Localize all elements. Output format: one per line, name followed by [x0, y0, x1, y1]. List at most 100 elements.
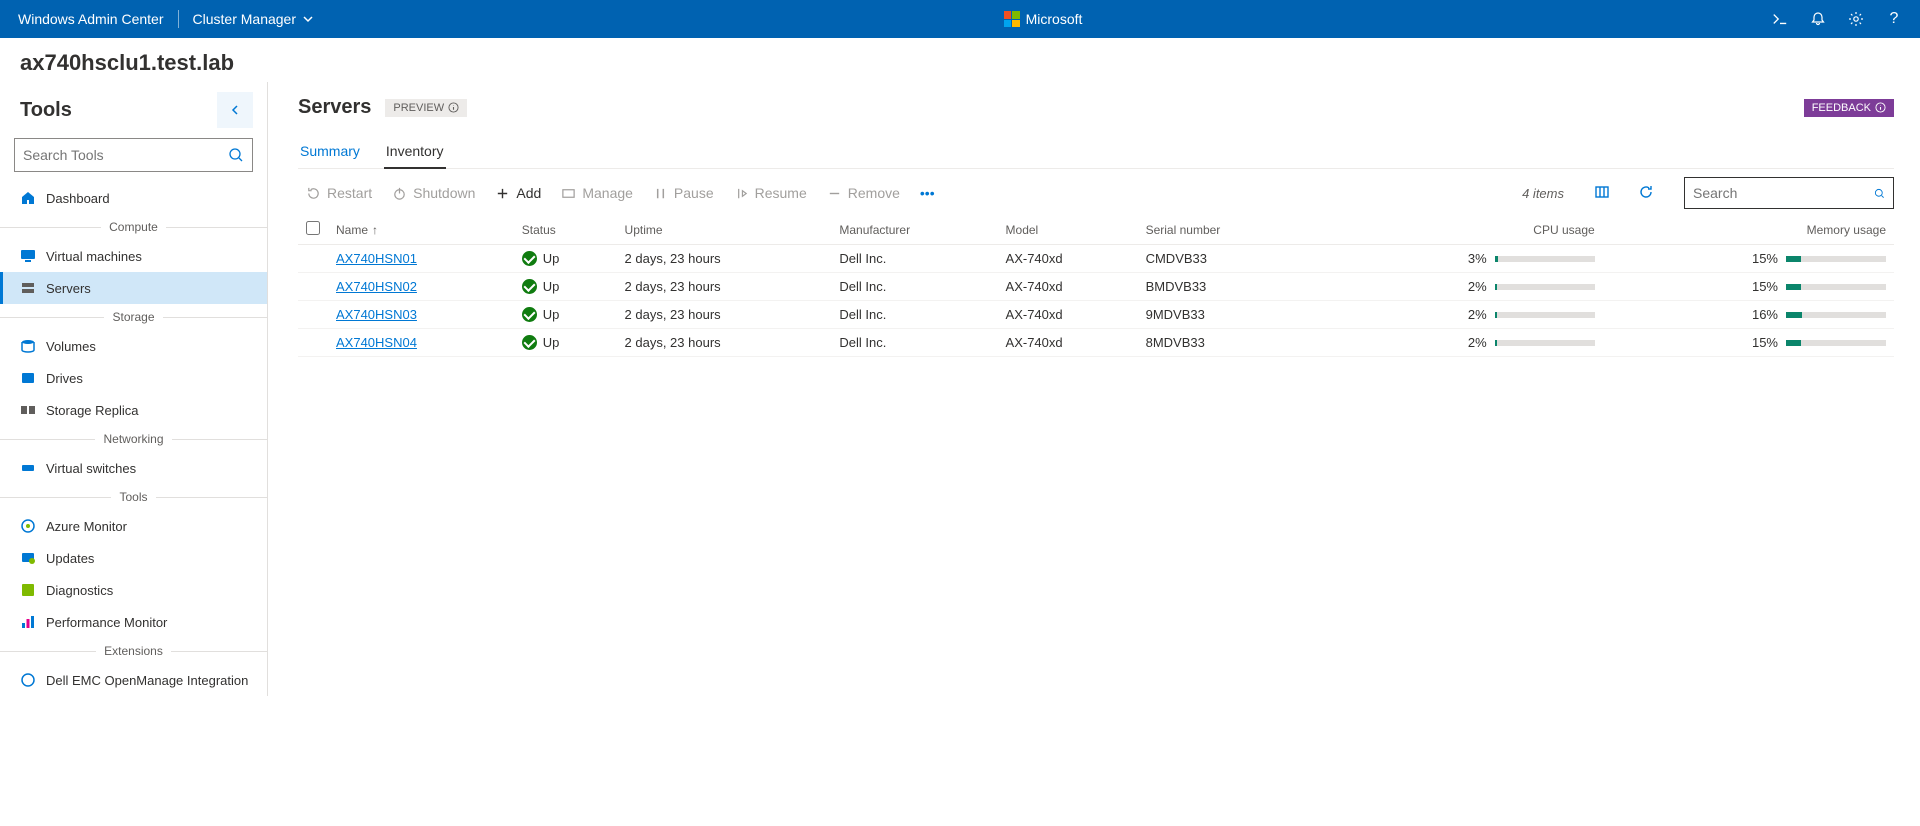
- col-manufacturer[interactable]: Manufacturer: [831, 215, 997, 245]
- microsoft-label: Microsoft: [1026, 11, 1083, 27]
- tools-search[interactable]: [14, 138, 253, 172]
- cpu-value: 3%: [1459, 251, 1487, 266]
- col-uptime[interactable]: Uptime: [617, 215, 832, 245]
- sidebar-item-servers[interactable]: Servers: [0, 272, 267, 304]
- items-count: 4 items: [1522, 186, 1564, 201]
- tab-inventory[interactable]: Inventory: [384, 137, 446, 169]
- status-up-icon: [522, 335, 537, 350]
- search-icon: [1874, 186, 1885, 201]
- resume-button[interactable]: Resume: [734, 185, 807, 201]
- col-name[interactable]: Name↑: [328, 215, 514, 245]
- tabs: Summary Inventory: [298, 137, 1894, 169]
- table-search-input[interactable]: [1693, 185, 1874, 201]
- sidebar-item-label: Dell EMC OpenManage Integration: [46, 673, 248, 688]
- sidebar-item-label: Virtual machines: [46, 249, 142, 264]
- toolbar: Restart Shutdown Add Manage Pause Resume…: [298, 169, 1894, 215]
- feedback-button[interactable]: FEEDBACK: [1804, 99, 1894, 117]
- sidebar-item-vm[interactable]: Virtual machines: [0, 240, 267, 272]
- cell-serial: BMDVB33: [1138, 273, 1312, 301]
- gear-icon[interactable]: [1848, 11, 1864, 27]
- cell-serial: 9MDVB33: [1138, 301, 1312, 329]
- columns-icon[interactable]: [1590, 180, 1614, 207]
- group-storage: Storage: [0, 310, 267, 324]
- cpu-bar: [1495, 256, 1595, 262]
- memory-value: 15%: [1750, 335, 1778, 350]
- diagnostics-icon: [20, 582, 36, 598]
- status-text: Up: [543, 335, 560, 350]
- manage-button[interactable]: Manage: [561, 185, 633, 201]
- col-memory[interactable]: Memory usage: [1603, 215, 1894, 245]
- dell-icon: [20, 672, 36, 688]
- add-button[interactable]: Add: [495, 185, 541, 201]
- server-link[interactable]: AX740HSN02: [336, 279, 417, 294]
- search-icon: [228, 147, 244, 163]
- col-serial[interactable]: Serial number: [1138, 215, 1312, 245]
- table-row[interactable]: AX740HSN01Up2 days, 23 hoursDell Inc.AX-…: [298, 245, 1894, 273]
- table-header-row: Name↑ Status Uptime Manufacturer Model S…: [298, 215, 1894, 245]
- help-icon[interactable]: ?: [1886, 11, 1902, 27]
- main-content: Servers PREVIEW FEEDBACK Summary Invento…: [268, 82, 1920, 696]
- sidebar-item-volumes[interactable]: Volumes: [0, 330, 267, 362]
- select-all-checkbox[interactable]: [306, 221, 320, 235]
- info-icon: [1875, 102, 1886, 113]
- sidebar-item-perfmon[interactable]: Performance Monitor: [0, 606, 267, 638]
- more-button[interactable]: •••: [920, 185, 935, 201]
- tools-search-input[interactable]: [23, 147, 228, 163]
- tab-summary[interactable]: Summary: [298, 137, 362, 168]
- context-dropdown[interactable]: Cluster Manager: [193, 11, 315, 27]
- memory-value: 16%: [1750, 307, 1778, 322]
- cpu-value: 2%: [1459, 335, 1487, 350]
- sidebar-item-label: Storage Replica: [46, 403, 139, 418]
- chevron-left-icon: [229, 104, 241, 116]
- server-link[interactable]: AX740HSN03: [336, 307, 417, 322]
- sidebar-item-diagnostics[interactable]: Diagnostics: [0, 574, 267, 606]
- page-title: ax740hsclu1.test.lab: [0, 38, 1920, 82]
- refresh-icon[interactable]: [1634, 180, 1658, 207]
- restart-button[interactable]: Restart: [306, 185, 372, 201]
- server-link[interactable]: AX740HSN04: [336, 335, 417, 350]
- cpu-bar: [1495, 340, 1595, 346]
- sidebar-item-storage-replica[interactable]: Storage Replica: [0, 394, 267, 426]
- table-row[interactable]: AX740HSN02Up2 days, 23 hoursDell Inc.AX-…: [298, 273, 1894, 301]
- shutdown-button[interactable]: Shutdown: [392, 185, 475, 201]
- sidebar-item-label: Updates: [46, 551, 94, 566]
- col-cpu[interactable]: CPU usage: [1311, 215, 1602, 245]
- topbar: Windows Admin Center Cluster Manager Mic…: [0, 0, 1920, 38]
- cpu-bar: [1495, 284, 1595, 290]
- pause-button[interactable]: Pause: [653, 185, 714, 201]
- memory-bar: [1786, 256, 1886, 262]
- sidebar-item-azure-monitor[interactable]: Azure Monitor: [0, 510, 267, 542]
- table-row[interactable]: AX740HSN03Up2 days, 23 hoursDell Inc.AX-…: [298, 301, 1894, 329]
- sidebar-item-drives[interactable]: Drives: [0, 362, 267, 394]
- cell-model: AX-740xd: [998, 245, 1138, 273]
- cell-manufacturer: Dell Inc.: [831, 245, 997, 273]
- server-link[interactable]: AX740HSN01: [336, 251, 417, 266]
- divider: [178, 10, 179, 28]
- cell-uptime: 2 days, 23 hours: [617, 329, 832, 357]
- bell-icon[interactable]: [1810, 11, 1826, 27]
- table-search[interactable]: [1684, 177, 1894, 209]
- sidebar-item-label: Drives: [46, 371, 83, 386]
- monitor-icon: [20, 248, 36, 264]
- cell-serial: CMDVB33: [1138, 245, 1312, 273]
- remove-button[interactable]: Remove: [827, 185, 900, 201]
- col-status[interactable]: Status: [514, 215, 617, 245]
- powershell-icon[interactable]: [1772, 11, 1788, 27]
- sidebar-item-updates[interactable]: Updates: [0, 542, 267, 574]
- sidebar-item-label: Diagnostics: [46, 583, 113, 598]
- sidebar-item-label: Dashboard: [46, 191, 110, 206]
- server-icon: [20, 280, 36, 296]
- collapse-sidebar-button[interactable]: [217, 92, 253, 128]
- table-row[interactable]: AX740HSN04Up2 days, 23 hoursDell Inc.AX-…: [298, 329, 1894, 357]
- col-model[interactable]: Model: [998, 215, 1138, 245]
- sidebar-item-vswitches[interactable]: Virtual switches: [0, 452, 267, 484]
- cpu-value: 2%: [1459, 279, 1487, 294]
- sidebar-item-dashboard[interactable]: Dashboard: [0, 182, 267, 214]
- preview-badge: PREVIEW: [385, 99, 467, 117]
- status-text: Up: [543, 279, 560, 294]
- cpu-value: 2%: [1459, 307, 1487, 322]
- status-up-icon: [522, 279, 537, 294]
- volumes-icon: [20, 338, 36, 354]
- brand-label[interactable]: Windows Admin Center: [18, 11, 164, 27]
- sidebar-item-dell-openmanage[interactable]: Dell EMC OpenManage Integration: [0, 664, 267, 696]
